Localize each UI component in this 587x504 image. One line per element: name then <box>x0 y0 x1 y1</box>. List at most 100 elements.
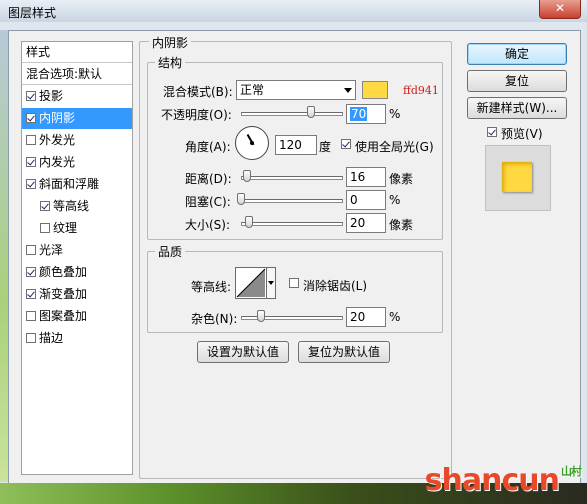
structure-title: 结构 <box>155 54 186 71</box>
dialog-body: 样式 混合选项:默认 投影 内阴影 外发光 内发光 斜面和浮雕 等高线 纹理 光泽 颜色叠加 渐变… <box>8 30 581 484</box>
blend-mode-label: 混合模式(B): <box>163 85 233 99</box>
style-item-checkbox[interactable] <box>26 90 36 101</box>
choke-slider[interactable] <box>241 199 343 203</box>
distance-label: 距离(D): <box>185 172 232 186</box>
quality-title: 品质 <box>155 243 186 260</box>
set-default-button[interactable]: 设置为默认值 <box>197 341 289 363</box>
reset-button[interactable]: 复位 <box>467 70 567 92</box>
choke-slider-thumb[interactable] <box>237 193 245 205</box>
style-item[interactable]: 颜色叠加 <box>22 262 132 283</box>
style-item[interactable]: 投影 <box>22 86 132 107</box>
style-item-label: 等高线 <box>53 199 90 213</box>
noise-unit: % <box>389 310 401 324</box>
global-light-label: 使用全局光(G) <box>355 140 434 154</box>
blend-mode-select[interactable]: 正常 <box>236 80 356 100</box>
chevron-down-icon <box>268 281 274 285</box>
opacity-unit: % <box>389 107 401 121</box>
style-item-label: 光泽 <box>39 243 64 257</box>
style-item-label: 斜面和浮雕 <box>39 177 100 191</box>
style-item-label: 外发光 <box>39 133 76 147</box>
style-item[interactable]: 渐变叠加 <box>22 284 132 305</box>
preview-checkbox[interactable] <box>487 127 497 137</box>
antialias-label: 消除锯齿(L) <box>303 279 368 293</box>
chevron-down-icon <box>344 88 352 93</box>
style-preview <box>485 145 551 211</box>
style-item-checkbox[interactable] <box>26 244 36 255</box>
noise-slider-thumb[interactable] <box>257 310 265 322</box>
contour-curve-icon <box>236 268 266 298</box>
style-item[interactable]: 纹理 <box>22 218 132 239</box>
watermark-logo: shancun 山村 <box>424 463 582 498</box>
style-item-checkbox[interactable] <box>26 332 36 343</box>
style-item-label: 投影 <box>39 89 64 103</box>
choke-unit: % <box>389 193 401 207</box>
opacity-slider[interactable] <box>241 112 343 116</box>
inner-shadow-title: 内阴影 <box>149 34 192 51</box>
background-strip <box>0 30 8 482</box>
style-item-checkbox[interactable] <box>40 200 50 211</box>
style-item[interactable]: 斜面和浮雕 <box>22 174 132 195</box>
distance-input[interactable]: 16 <box>346 167 386 187</box>
contour-preview[interactable] <box>235 267 267 299</box>
style-item-label: 内阴影 <box>39 111 76 125</box>
antialias-checkbox[interactable] <box>289 278 299 288</box>
shadow-color-swatch[interactable] <box>362 81 388 99</box>
style-item-checkbox[interactable] <box>26 288 36 299</box>
style-item[interactable]: 内发光 <box>22 152 132 173</box>
window-title: 图层样式 <box>8 6 57 20</box>
style-item-checkbox[interactable] <box>26 112 36 123</box>
close-icon: ✕ <box>554 1 566 15</box>
contour-label: 等高线: <box>191 280 232 294</box>
new-style-button[interactable]: 新建样式(W)... <box>467 97 567 119</box>
style-item[interactable]: 图案叠加 <box>22 306 132 327</box>
opacity-slider-thumb[interactable] <box>307 106 315 118</box>
style-item-checkbox[interactable] <box>40 222 50 233</box>
style-item-checkbox[interactable] <box>26 310 36 321</box>
size-slider[interactable] <box>241 222 343 226</box>
style-item-label: 纹理 <box>53 221 78 235</box>
style-item-label: 渐变叠加 <box>39 287 88 301</box>
style-item-checkbox[interactable] <box>26 156 36 167</box>
style-item[interactable]: 外发光 <box>22 130 132 151</box>
style-item-label: 内发光 <box>39 155 76 169</box>
style-item[interactable]: 描边 <box>22 328 132 349</box>
style-item-checkbox[interactable] <box>26 134 36 145</box>
opacity-label: 不透明度(O): <box>161 108 232 122</box>
opacity-input[interactable]: 70 <box>346 104 386 124</box>
global-light-checkbox[interactable] <box>341 139 351 149</box>
angle-label: 角度(A): <box>185 140 231 154</box>
reset-default-button[interactable]: 复位为默认值 <box>298 341 390 363</box>
style-list-header[interactable]: 样式 <box>22 42 132 63</box>
contour-dropdown[interactable] <box>267 267 276 299</box>
size-slider-thumb[interactable] <box>245 216 253 228</box>
style-item-checkbox[interactable] <box>26 178 36 189</box>
style-item[interactable]: 等高线 <box>22 196 132 217</box>
size-label: 大小(S): <box>185 218 231 232</box>
noise-input[interactable]: 20 <box>346 307 386 327</box>
style-item[interactable]: 光泽 <box>22 240 132 261</box>
angle-unit: 度 <box>319 140 332 154</box>
angle-dial[interactable] <box>235 126 269 160</box>
style-item-label: 描边 <box>39 331 64 345</box>
distance-slider-thumb[interactable] <box>243 170 252 182</box>
blend-options-item[interactable]: 混合选项:默认 <box>22 64 132 85</box>
title-bar: 图层样式 ✕ <box>0 0 587 22</box>
choke-label: 阻塞(C): <box>185 195 231 209</box>
size-input[interactable]: 20 <box>346 213 386 233</box>
distance-slider[interactable] <box>241 176 343 180</box>
style-item-label: 颜色叠加 <box>39 265 88 279</box>
close-button[interactable]: ✕ <box>539 0 581 19</box>
choke-input[interactable]: 0 <box>346 190 386 210</box>
noise-label: 杂色(N): <box>191 312 238 326</box>
style-item[interactable]: 内阴影 <box>22 108 132 129</box>
color-hex-note: ffd941 <box>403 84 439 97</box>
angle-input[interactable]: 120 <box>275 135 317 155</box>
distance-unit: 像素 <box>389 172 414 186</box>
ok-button[interactable]: 确定 <box>467 43 567 65</box>
style-list: 样式 混合选项:默认 投影内阴影外发光内发光斜面和浮雕等高线纹理光泽颜色叠加渐变… <box>21 41 133 475</box>
style-item-label: 图案叠加 <box>39 309 88 323</box>
style-item-checkbox[interactable] <box>26 266 36 277</box>
size-unit: 像素 <box>389 218 414 232</box>
preview-label: 预览(V) <box>501 127 543 141</box>
preview-swatch <box>502 162 532 192</box>
